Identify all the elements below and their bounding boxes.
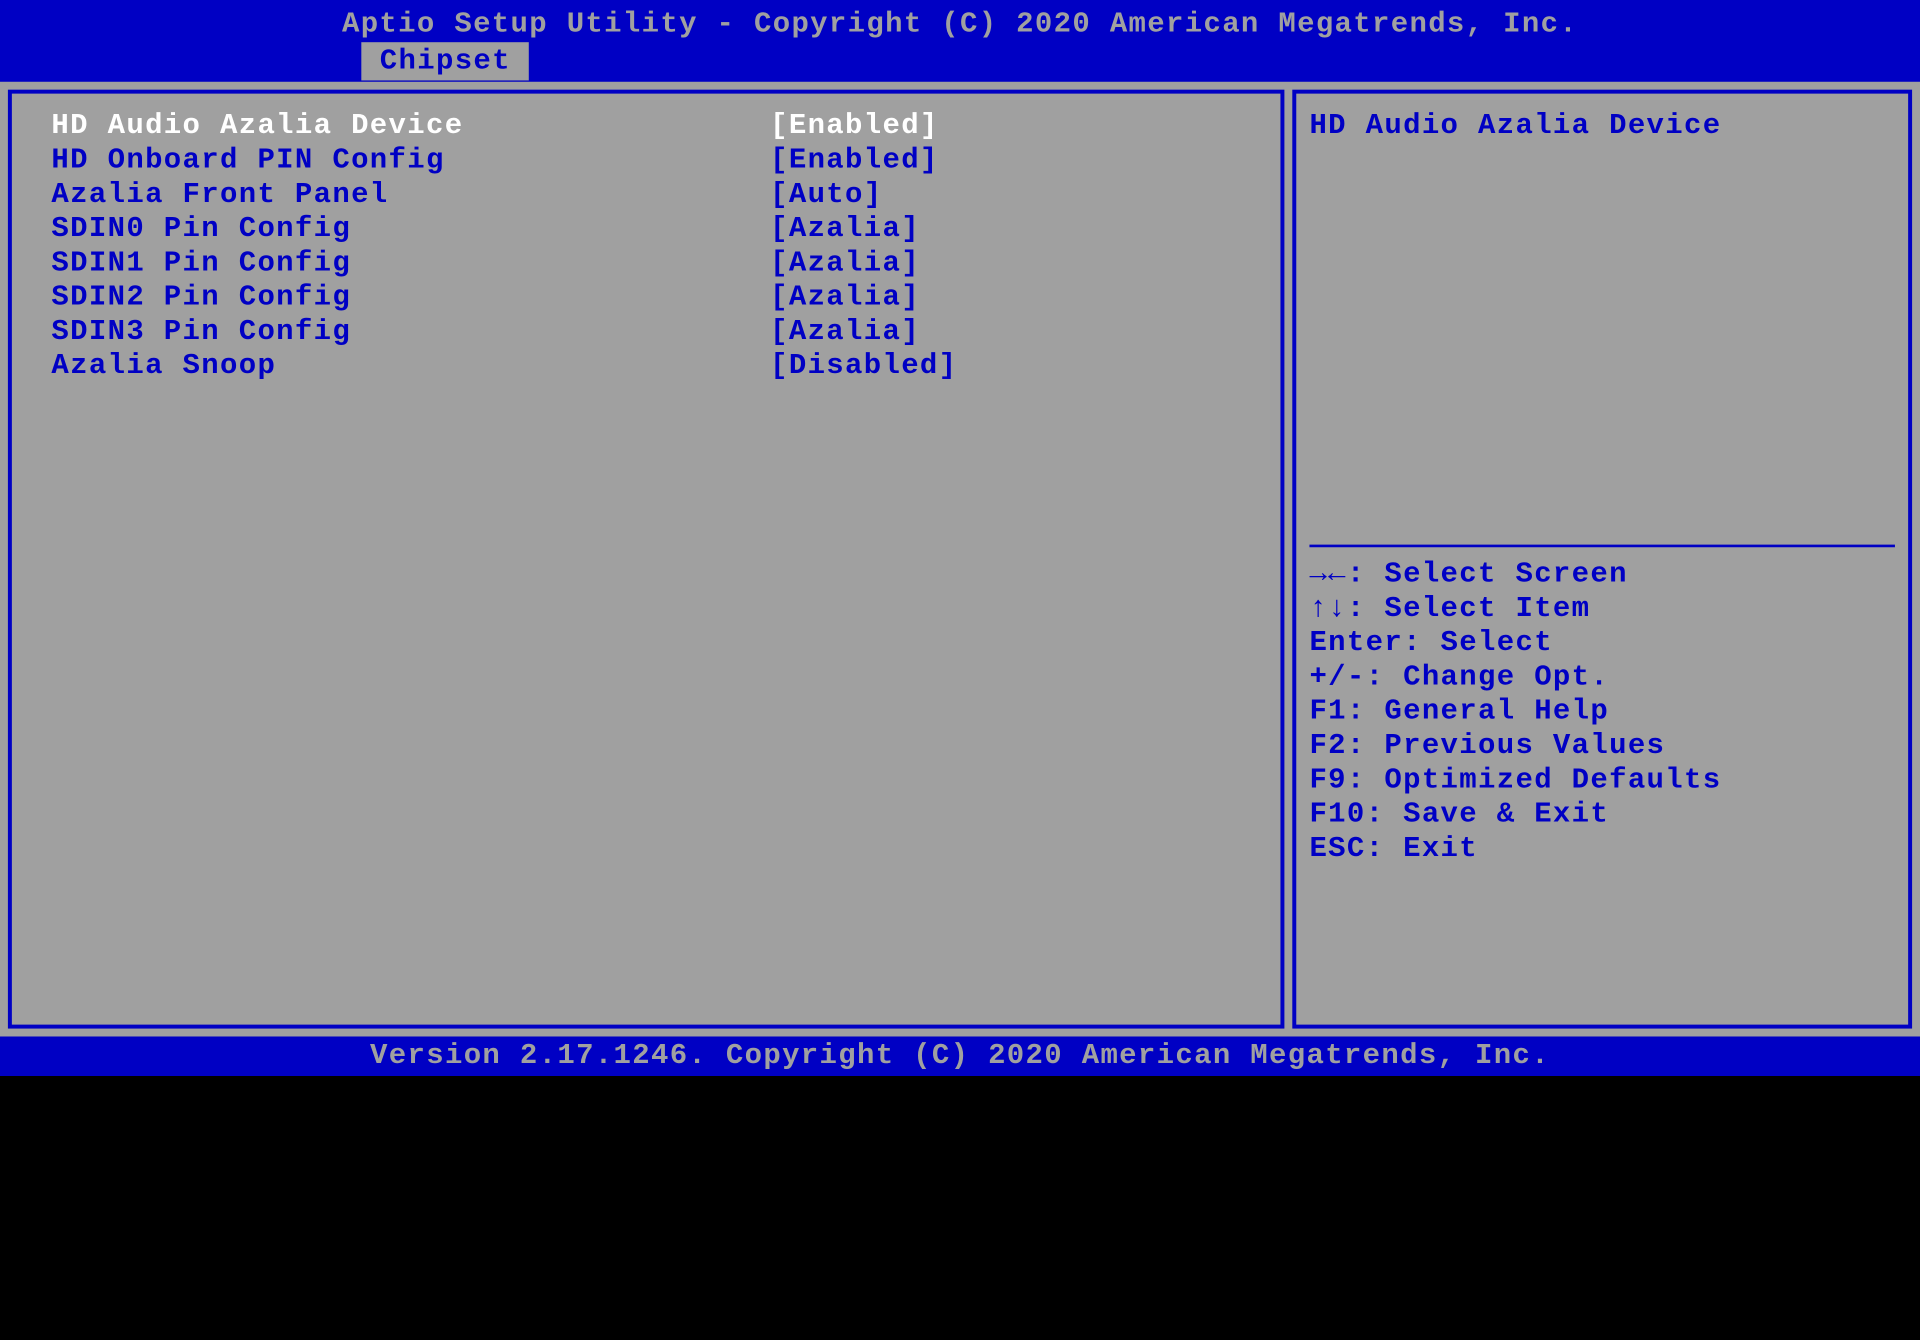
setting-row[interactable]: SDIN0 Pin Config[Azalia] <box>51 212 1240 246</box>
main-area: HD Audio Azalia Device[Enabled]HD Onboar… <box>0 82 1920 1037</box>
setting-row[interactable]: HD Audio Azalia Device[Enabled] <box>51 109 1240 143</box>
help-key-line: ↑↓: Select Item <box>1309 592 1894 626</box>
setting-label: Azalia Front Panel <box>51 178 770 212</box>
black-bottom <box>0 1076 1920 1340</box>
help-keys: →←: Select Screen↑↓: Select ItemEnter: S… <box>1309 558 1894 867</box>
help-key-line: F10: Save & Exit <box>1309 798 1894 832</box>
setting-value[interactable]: [Enabled] <box>770 144 939 178</box>
setting-value[interactable]: [Azalia] <box>770 247 920 281</box>
help-divider <box>1309 545 1894 548</box>
setting-value[interactable]: [Azalia] <box>770 281 920 315</box>
setting-value[interactable]: [Enabled] <box>770 109 939 143</box>
setting-row[interactable]: HD Onboard PIN Config[Enabled] <box>51 144 1240 178</box>
tab-chipset[interactable]: Chipset <box>361 42 529 80</box>
setting-label: Azalia Snoop <box>51 349 770 383</box>
setting-row[interactable]: SDIN2 Pin Config[Azalia] <box>51 281 1240 315</box>
setting-row[interactable]: Azalia Snoop[Disabled] <box>51 349 1240 383</box>
help-key-line: F1: General Help <box>1309 695 1894 729</box>
setting-label: HD Onboard PIN Config <box>51 144 770 178</box>
setting-label: SDIN1 Pin Config <box>51 247 770 281</box>
help-title: HD Audio Azalia Device <box>1309 109 1894 143</box>
help-spacer <box>1309 144 1894 540</box>
setting-row[interactable]: SDIN1 Pin Config[Azalia] <box>51 247 1240 281</box>
help-key-line: →←: Select Screen <box>1309 558 1894 592</box>
header-bar: Aptio Setup Utility - Copyright (C) 2020… <box>0 0 1920 82</box>
setting-label: SDIN3 Pin Config <box>51 315 770 349</box>
setting-row[interactable]: SDIN3 Pin Config[Azalia] <box>51 315 1240 349</box>
help-pane: HD Audio Azalia Device →←: Select Screen… <box>1292 90 1912 1029</box>
help-key-line: ESC: Exit <box>1309 832 1894 866</box>
settings-pane: HD Audio Azalia Device[Enabled]HD Onboar… <box>8 90 1284 1029</box>
setting-label: SDIN2 Pin Config <box>51 281 770 315</box>
footer-version: Version 2.17.1246. Copyright (C) 2020 Am… <box>0 1036 1920 1076</box>
help-key-line: F2: Previous Values <box>1309 729 1894 763</box>
app-title: Aptio Setup Utility - Copyright (C) 2020… <box>0 0 1920 41</box>
setting-value[interactable]: [Azalia] <box>770 212 920 246</box>
help-key-line: +/-: Change Opt. <box>1309 661 1894 695</box>
setting-label: SDIN0 Pin Config <box>51 212 770 246</box>
setting-label: HD Audio Azalia Device <box>51 109 770 143</box>
help-key-line: F9: Optimized Defaults <box>1309 764 1894 798</box>
setting-value[interactable]: [Auto] <box>770 178 882 212</box>
setting-value[interactable]: [Disabled] <box>770 349 957 383</box>
setting-value[interactable]: [Azalia] <box>770 315 920 349</box>
setting-row[interactable]: Azalia Front Panel[Auto] <box>51 178 1240 212</box>
bios-screen: Aptio Setup Utility - Copyright (C) 2020… <box>0 0 1920 1076</box>
help-key-line: Enter: Select <box>1309 626 1894 660</box>
